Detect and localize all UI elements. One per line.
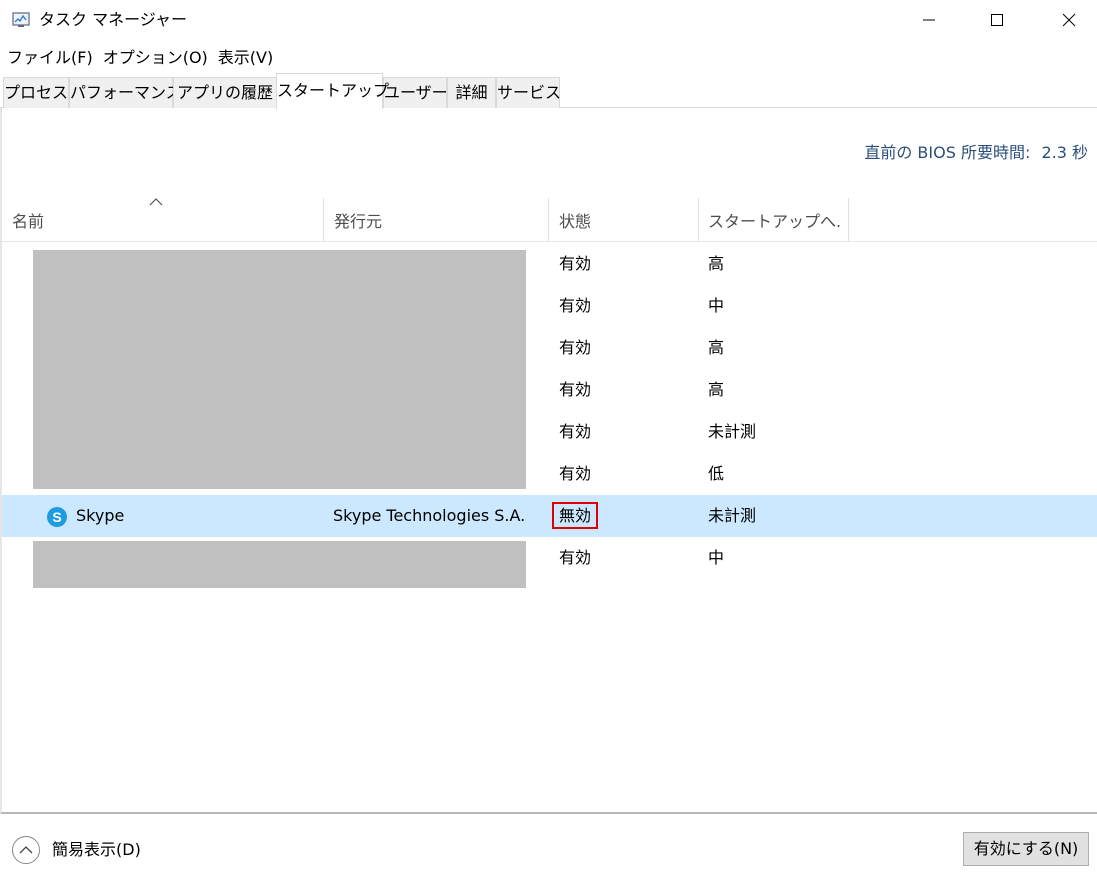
skype-icon: S [47,507,67,527]
column-divider[interactable] [323,198,324,242]
column-headers: 名前 発行元 状態 スタートアップへ... [0,196,1097,242]
publisher-cell: Skype Technologies S.A. [333,506,526,525]
status-cell: 有効 [559,254,592,273]
minimize-button[interactable] [893,0,965,40]
svg-text:S: S [52,509,61,525]
impact-cell: 未計測 [708,506,757,525]
maximize-button[interactable] [961,0,1033,40]
impact-cell: 中 [708,548,725,567]
status-highlight-box [552,502,598,529]
table-row[interactable]: 有効 高 [2,327,1097,369]
tab-startup[interactable]: スタートアップ [276,73,389,109]
table-row[interactable]: 有効 低 [2,453,1097,495]
impact-cell: 高 [708,380,725,399]
menu-options[interactable]: オプション(O) [99,45,212,71]
impact-cell: 高 [708,254,725,273]
table-row[interactable]: 有効 中 [2,537,1097,579]
task-manager-icon [12,12,30,27]
status-cell: 有効 [559,464,592,483]
column-header-status[interactable]: 状態 [559,211,689,233]
column-header-name[interactable]: 名前 [12,211,312,233]
table-row-skype[interactable]: S Skype Skype Technologies S.A. 無効 未計測 [2,495,1097,537]
table-row[interactable]: 有効 高 [2,243,1097,285]
table-row[interactable]: 有効 中 [2,285,1097,327]
table-row[interactable]: 有効 高 [2,369,1097,411]
status-cell: 有効 [559,338,592,357]
bios-time-label: 直前の BIOS 所要時間: [864,143,1031,162]
bios-time-value: 2.3 秒 [1041,143,1088,162]
impact-cell: 未計測 [708,422,757,441]
close-icon [1062,13,1076,27]
column-header-startup-impact[interactable]: スタートアップへ... [708,211,840,233]
column-header-publisher[interactable]: 発行元 [334,211,534,233]
chevron-up-icon [12,836,40,864]
title-bar: タスク マネージャー [0,0,1097,40]
fewer-details-toggle[interactable]: 簡易表示(D) [12,835,141,865]
tab-users[interactable]: ユーザー [383,77,448,108]
status-cell: 有効 [559,548,592,567]
menu-view[interactable]: 表示(V) [214,45,277,71]
tab-performance[interactable]: パフォーマンス [69,77,182,108]
menu-file[interactable]: ファイル(F) [0,45,97,71]
window-title: タスク マネージャー [39,10,187,29]
tab-processes[interactable]: プロセス [3,77,69,108]
column-divider[interactable] [698,198,699,242]
sort-ascending-icon [149,198,163,206]
impact-cell: 中 [708,296,725,315]
column-divider[interactable] [848,198,849,242]
table-row[interactable]: 有効 未計測 [2,411,1097,453]
enable-button[interactable]: 有効にする(N) [963,832,1089,866]
name-cell: Skype [76,506,125,525]
maximize-icon [991,14,1003,26]
status-cell: 有効 [559,422,592,441]
impact-cell: 低 [708,464,725,483]
tab-strip: プロセス パフォーマンス アプリの履歴 スタートアップ ユーザー 詳細 サービス [0,73,1097,109]
impact-cell: 高 [708,338,725,357]
column-divider[interactable] [548,198,549,242]
status-cell: 有効 [559,380,592,399]
tab-details[interactable]: 詳細 [447,77,496,108]
fewer-details-label: 簡易表示(D) [52,840,141,859]
tab-services[interactable]: サービス [496,77,561,108]
tab-app-history[interactable]: アプリの履歴 [173,77,277,108]
close-button[interactable] [1033,0,1097,40]
minimize-icon [923,19,935,21]
status-cell: 有効 [559,296,592,315]
menu-bar: ファイル(F) オプション(O) 表示(V) [0,45,279,71]
bios-time: 直前の BIOS 所要時間: 2.3 秒 [864,142,1088,164]
